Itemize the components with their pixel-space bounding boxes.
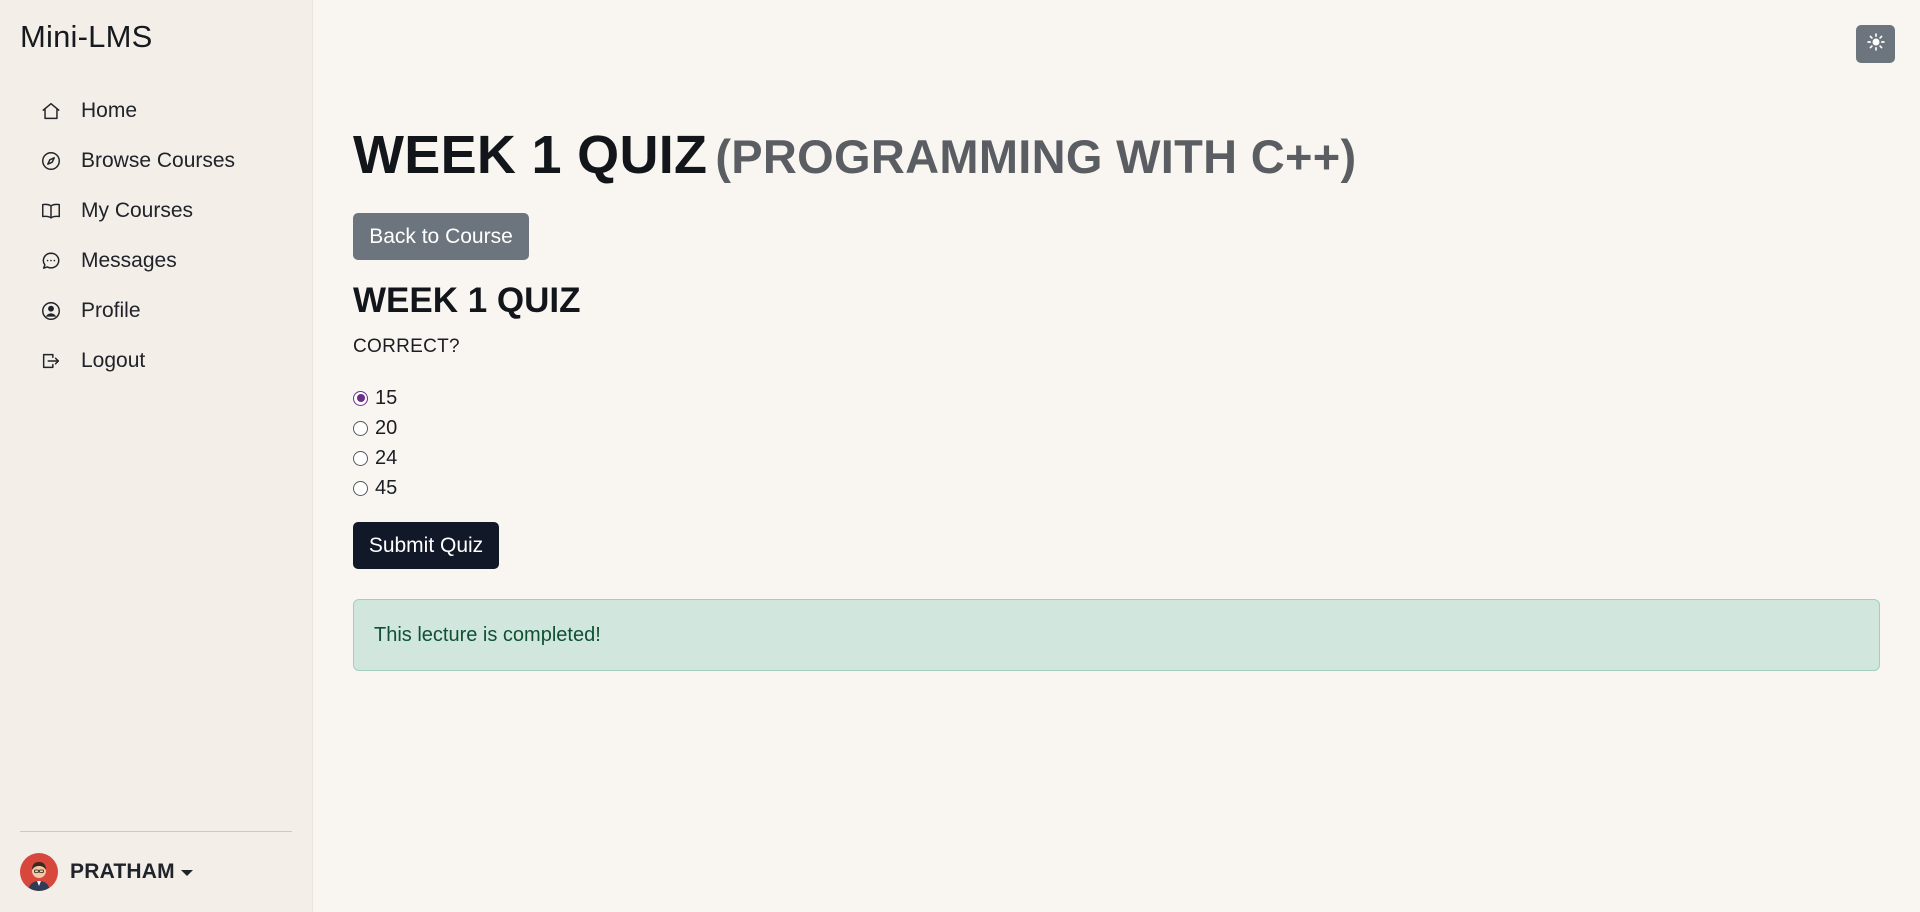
question-text: CORRECT? [353,336,460,357]
radio-button[interactable] [353,480,368,496]
answer-option[interactable]: 24 [353,443,397,473]
sidebar-item-label: Home [81,99,138,122]
sidebar-item-label: My Courses [81,199,194,222]
book-icon [39,199,63,223]
house-icon [39,99,63,123]
answer-option-label: 15 [375,386,398,409]
sidebar-item-profile[interactable]: Profile [20,286,292,336]
box-arrow-right-icon [39,349,63,373]
answer-option-label: 20 [375,416,398,439]
sidebar-nav: Home Browse Courses My Courses Messages … [20,86,292,386]
radio-button-selected[interactable] [353,390,368,406]
alert-message: This lecture is completed! [374,623,601,646]
person-circle-icon [39,299,63,323]
chat-dots-icon [39,249,63,273]
sidebar-item-label: Logout [81,349,146,372]
sidebar-divider [20,831,292,832]
sidebar-item-label: Browse Courses [81,149,236,172]
sidebar-item-browse-courses[interactable]: Browse Courses [20,136,292,186]
brand-title[interactable]: Mini-LMS [20,19,153,55]
submit-quiz-button[interactable]: Submit Quiz [353,522,499,569]
page-subtitle: (PROGRAMMING WITH C++) [715,130,1357,183]
page-title: WEEK 1 QUIZ (PROGRAMMING WITH C++) [353,124,1356,186]
sidebar-item-home[interactable]: Home [20,86,292,136]
compass-icon [39,149,63,173]
sidebar: Mini-LMS Home Browse Courses My Courses … [0,0,313,912]
back-to-course-button[interactable]: Back to Course [353,213,529,260]
caret-down-icon [180,870,193,876]
sidebar-item-label: Profile [81,299,141,322]
theme-toggle-button[interactable] [1856,25,1895,63]
answer-options: 15 20 24 45 [353,383,397,503]
avatar [20,853,58,891]
user-menu[interactable]: PRATHAM [20,853,193,891]
page-title-text: WEEK 1 QUIZ [353,125,708,185]
sidebar-item-label: Messages [81,249,177,272]
answer-option[interactable]: 15 [353,383,397,413]
completion-alert: This lecture is completed! [353,599,1880,671]
answer-option-label: 45 [375,476,398,499]
user-name: PRATHAM [70,860,175,883]
answer-option-label: 24 [375,446,398,469]
sidebar-item-my-courses[interactable]: My Courses [20,186,292,236]
sidebar-item-logout[interactable]: Logout [20,336,292,386]
answer-option[interactable]: 20 [353,413,397,443]
quiz-title: WEEK 1 QUIZ [353,281,581,320]
answer-option[interactable]: 45 [353,473,397,503]
sidebar-item-messages[interactable]: Messages [20,236,292,286]
radio-button[interactable] [353,420,368,436]
sun-icon [1866,32,1886,57]
radio-button[interactable] [353,450,368,466]
